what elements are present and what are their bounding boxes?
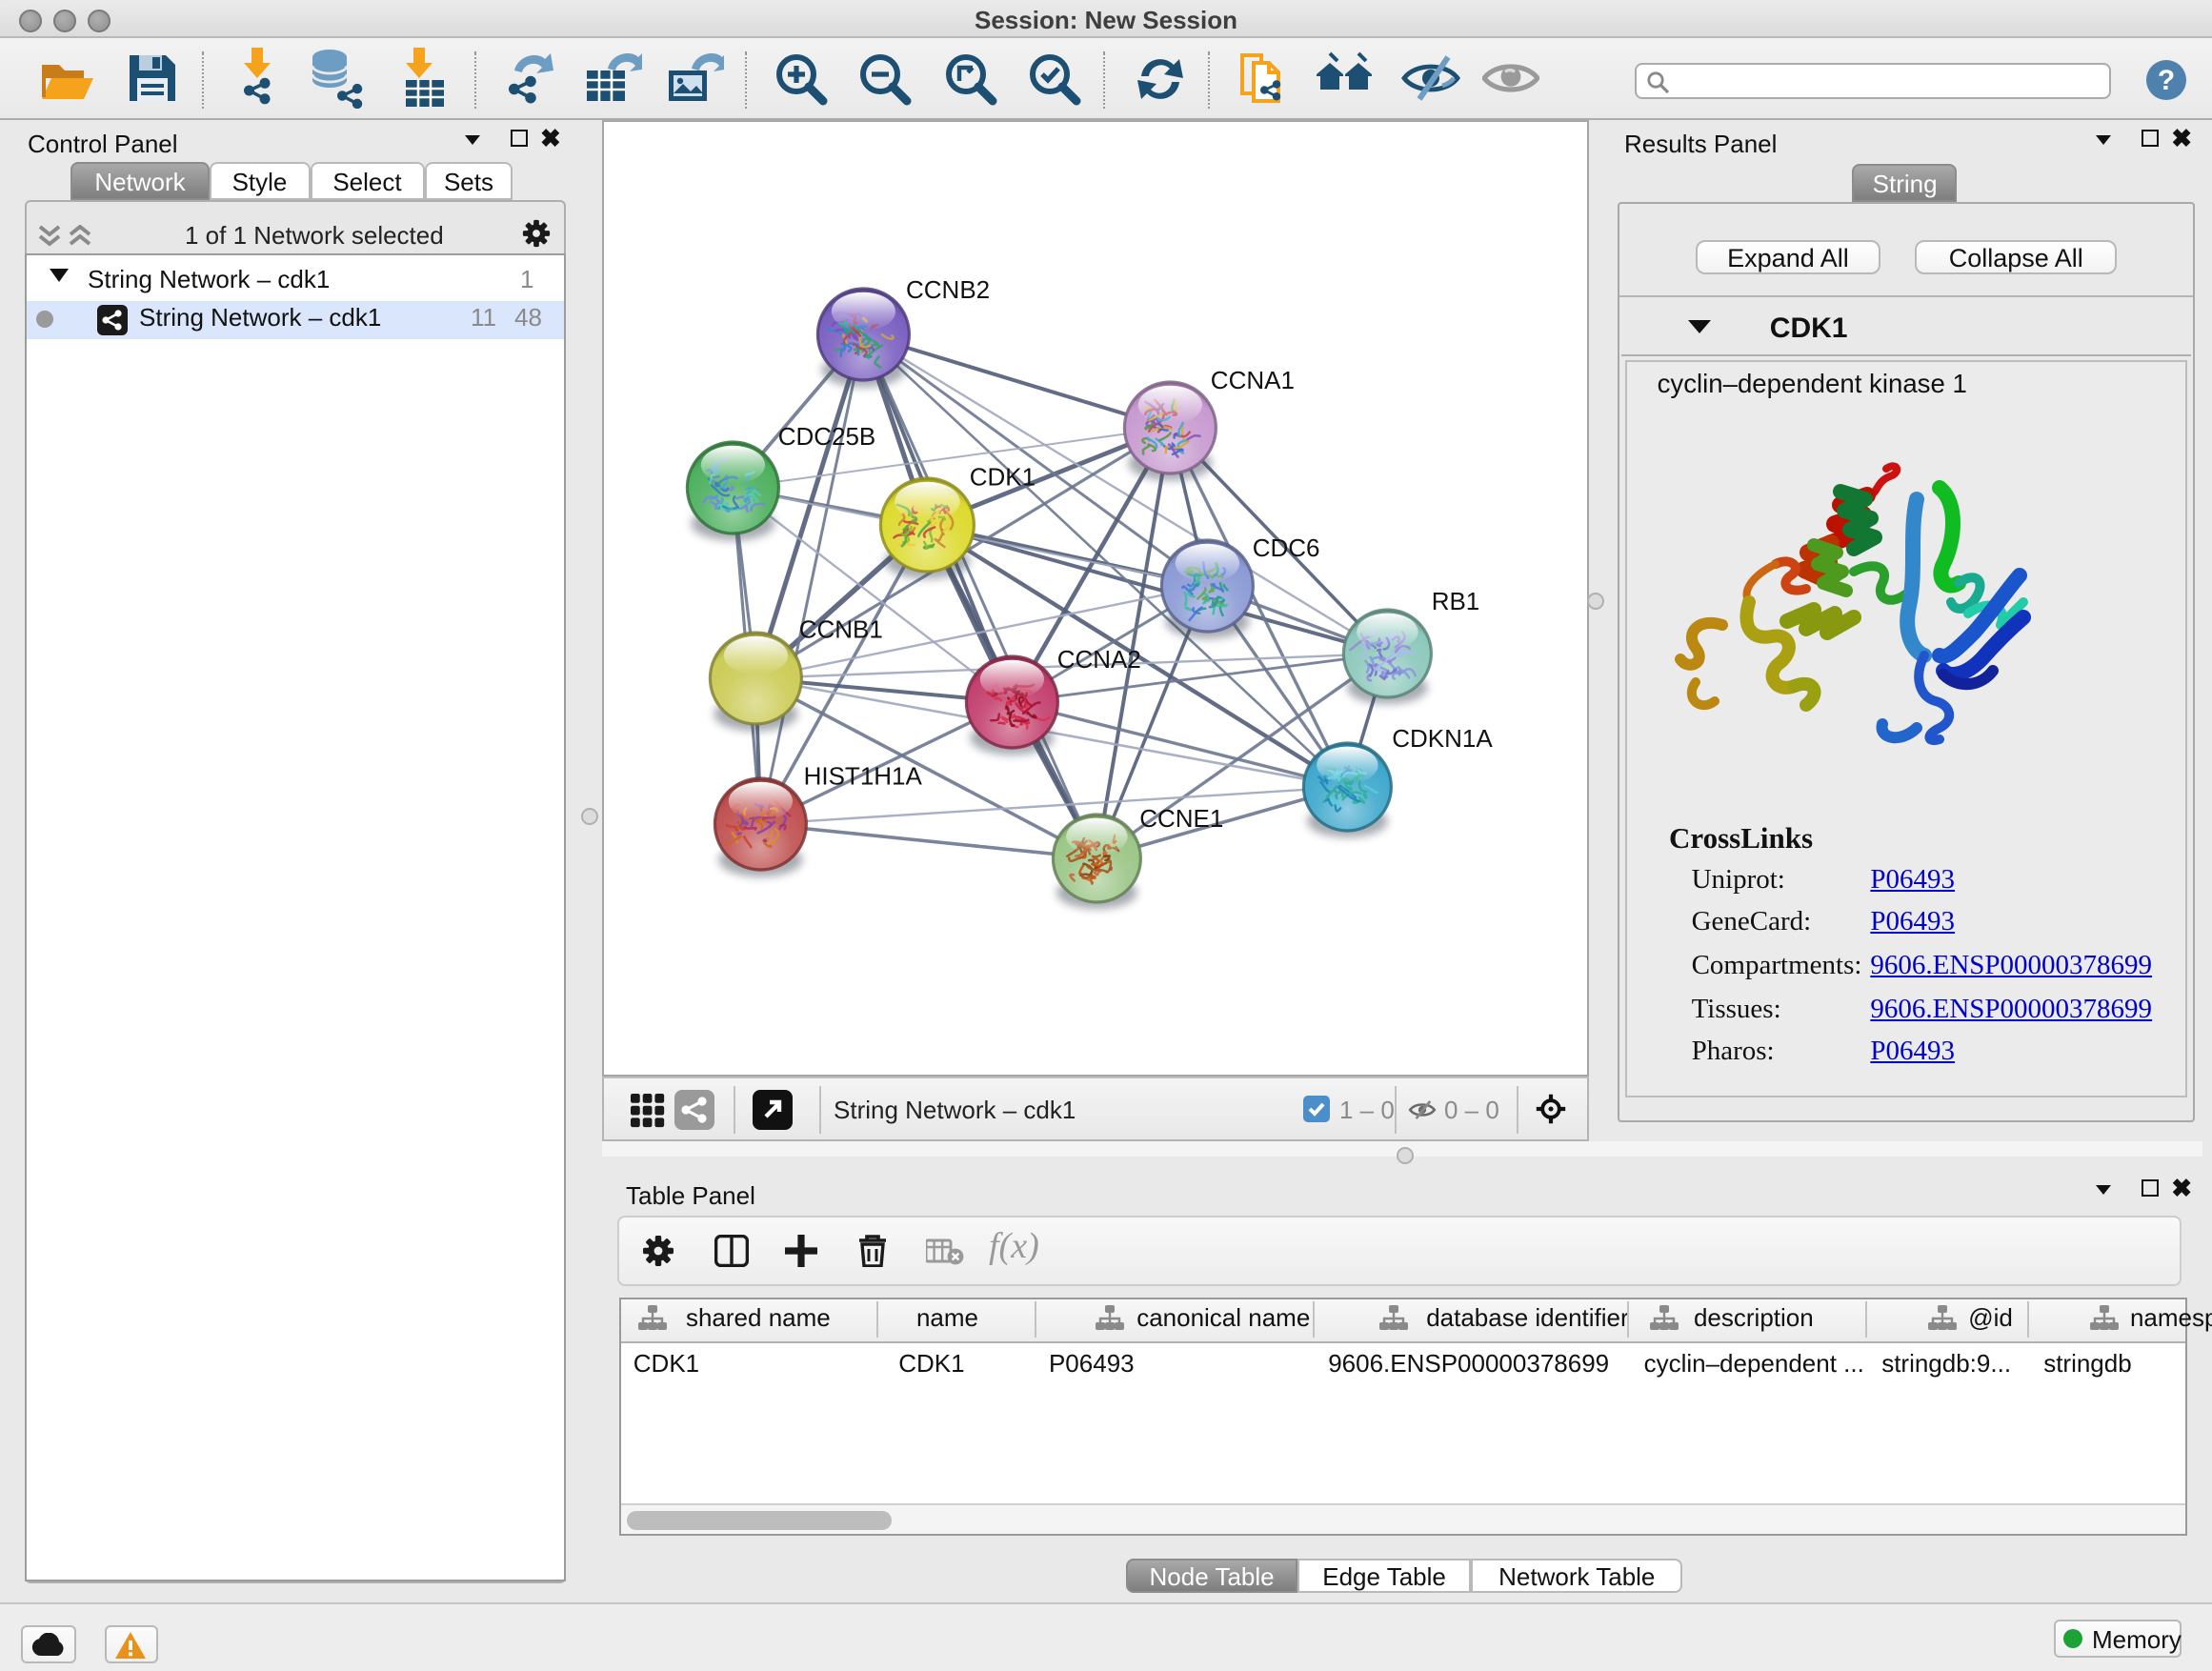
svg-text:CDC6: CDC6	[1253, 534, 1320, 562]
svg-text:CCNA2: CCNA2	[1057, 645, 1141, 674]
svg-text:CDK1: CDK1	[970, 462, 1036, 491]
svg-text:CCNB2: CCNB2	[907, 275, 991, 304]
svg-text:?: ?	[2158, 65, 2175, 96]
svg-text:CDC25B: CDC25B	[778, 422, 876, 451]
svg-text:RB1: RB1	[1432, 587, 1480, 615]
svg-text:HIST1H1A: HIST1H1A	[804, 761, 923, 790]
svg-text:CDKN1A: CDKN1A	[1393, 724, 1494, 753]
svg-text:CCNB1: CCNB1	[799, 615, 883, 644]
svg-text:CCNE1: CCNE1	[1140, 804, 1224, 833]
svg-text:CCNA1: CCNA1	[1211, 366, 1295, 394]
